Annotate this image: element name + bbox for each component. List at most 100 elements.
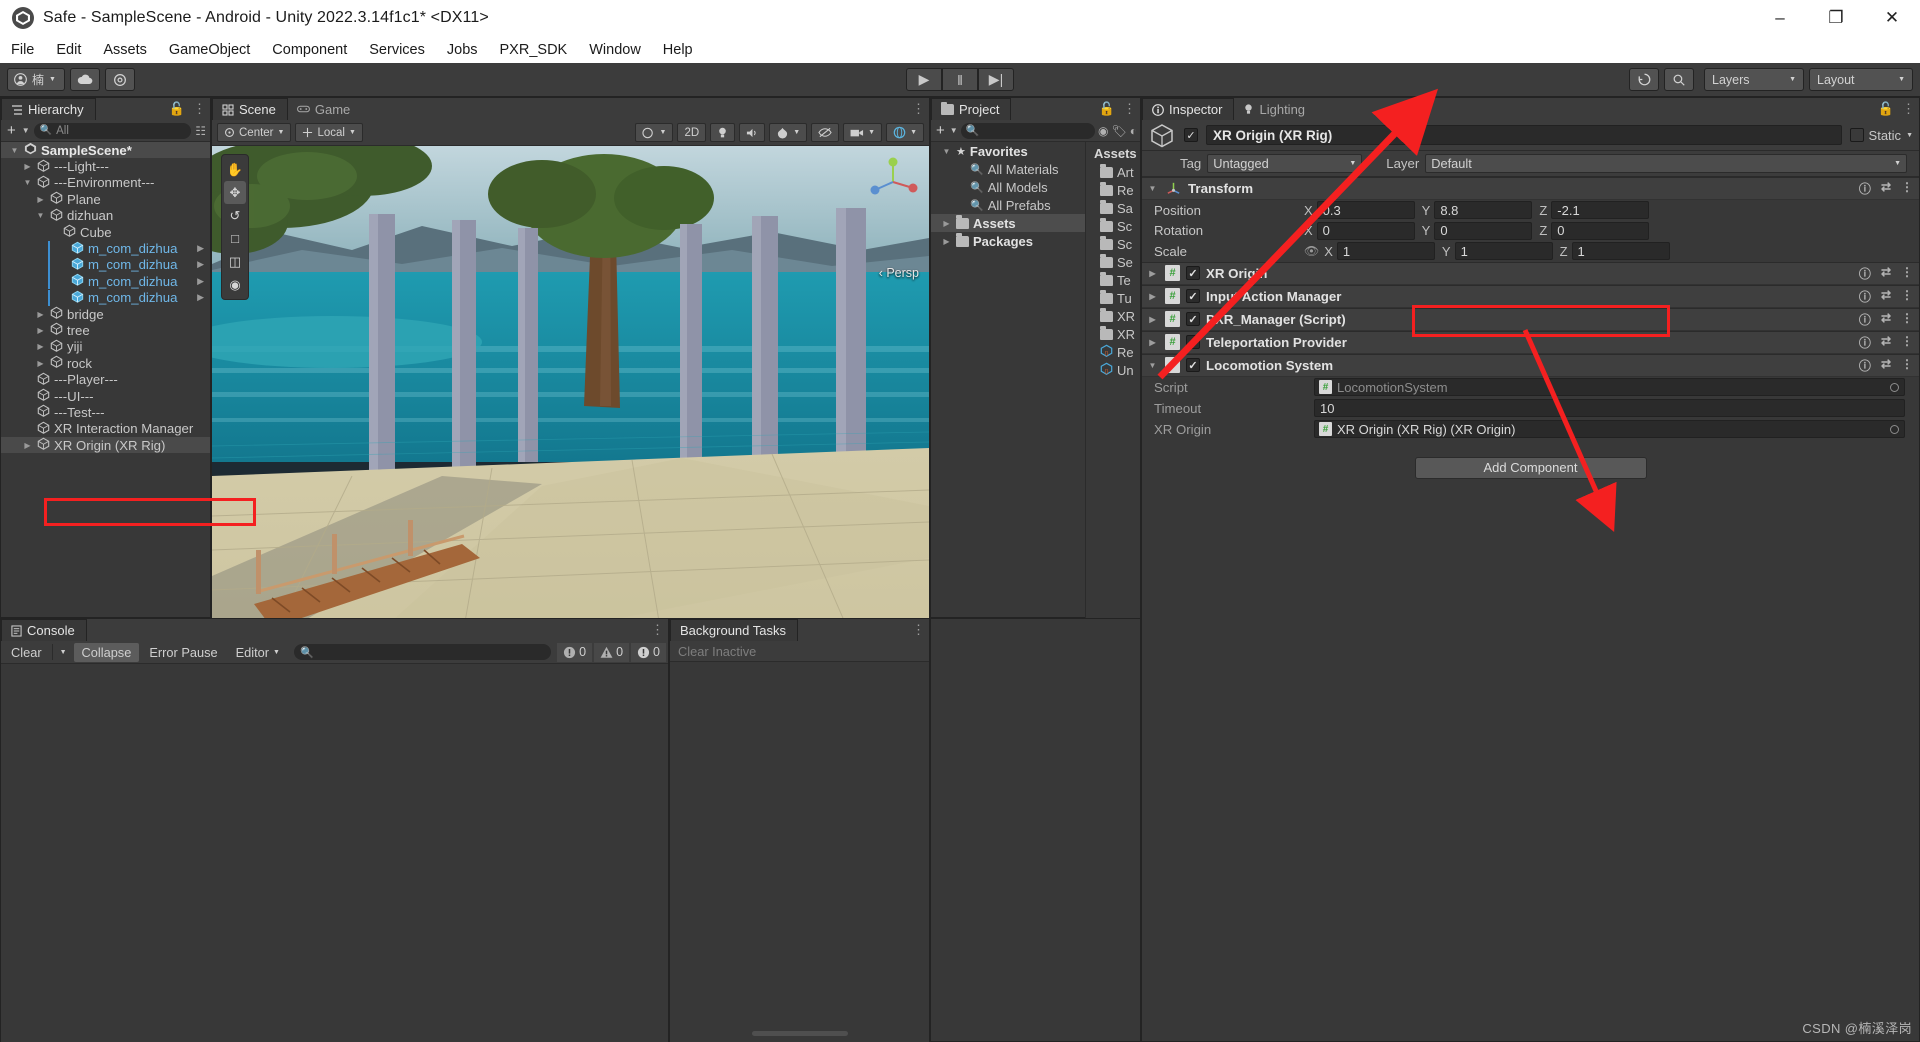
hierarchy-item-rock[interactable]: ▶ rock [1,355,210,371]
tab-hierarchy[interactable]: Hierarchy [1,98,96,120]
disclosure-triangle[interactable]: ▶ [35,359,46,368]
console-search-input[interactable]: 🔍 [293,644,552,660]
component-enabled-checkbox[interactable]: ✓ [1186,266,1200,280]
disclosure-triangle[interactable]: ▶ [35,310,46,319]
hierarchy-item-yiji[interactable]: ▶ yiji [1,339,210,355]
hierarchy-item-bridge[interactable]: ▶ bridge [1,306,210,322]
menu-services[interactable]: Services [358,39,436,61]
tab-scene[interactable]: Scene [212,98,288,120]
gameobject-name-input[interactable]: XR Origin (XR Rig) [1206,125,1842,145]
toolbar-settings-button[interactable] [105,68,135,91]
scene-orientation-gizmo[interactable] [863,152,923,212]
project-asset-item[interactable]: Te [1086,271,1140,289]
chevron-down-icon[interactable]: ▼ [22,126,30,135]
component-header-locomotion-system[interactable]: ▼ # ✓ Locomotion System ⓘ ⇄ ⋮ [1142,353,1919,377]
component-header-transform[interactable]: ▼ Transform ⓘ ⇄ ⋮ [1142,177,1919,200]
transform-position-y-input[interactable]: 8.8 [1434,201,1533,220]
rect-tool-icon[interactable]: ◫ [224,250,246,273]
hierarchy-item-xr-origin-xr-rig[interactable]: ▶ XR Origin (XR Rig) [1,437,210,454]
disclosure-triangle[interactable]: ▶ [35,195,46,204]
help-icon[interactable]: ⓘ [1859,180,1871,197]
project-add-button[interactable]: + [934,122,947,139]
project-asset-item[interactable]: Tu [1086,289,1140,307]
transform-scale-z-input[interactable]: 1 [1571,242,1670,261]
tab-console[interactable]: Console [1,619,87,641]
account-button[interactable]: 楠 ▼ [7,68,65,91]
object-picker-icon[interactable] [1890,382,1899,392]
prefab-open-arrow[interactable]: ▶ [197,243,204,254]
undo-history-button[interactable] [1629,68,1659,91]
disclosure-triangle[interactable]: ▼ [35,211,46,220]
menu-file[interactable]: File [0,39,45,61]
cloud-button[interactable] [70,68,100,91]
hierarchy-item-xr-interaction-manager[interactable]: ▶XR Interaction Manager [1,421,210,437]
component-header-pxr-manager-script[interactable]: ▶ # ✓ PXR_Manager (Script) ⓘ ⇄ ⋮ [1142,307,1919,331]
scene-effects-dropdown[interactable]: ▼ [769,123,808,142]
menu-window[interactable]: Window [578,39,652,61]
layers-dropdown[interactable]: Layers ▼ [1704,68,1804,91]
transform-tool-icon[interactable]: ◉ [224,273,246,296]
background-tasks-scrollbar[interactable] [751,1031,848,1036]
pivot-mode-dropdown[interactable]: Center ▼ [217,123,292,142]
console-info-count[interactable]: 0 [631,642,666,662]
preset-icon[interactable]: ⇄ [1881,334,1891,351]
hierarchy-item-tree[interactable]: ▶ tree [1,322,210,338]
play-button[interactable]: ▶ [906,68,942,91]
transform-position-x-input[interactable]: 0.3 [1316,201,1415,220]
maximize-button[interactable]: ❐ [1808,0,1864,36]
menu-assets[interactable]: Assets [92,39,158,61]
disclosure-triangle[interactable]: ▶ [1146,292,1159,301]
menu-component[interactable]: Component [261,39,358,61]
preset-icon[interactable]: ⇄ [1881,265,1891,282]
component-header-xr-origin[interactable]: ▶ # ✓ XR Origin ⓘ ⇄ ⋮ [1142,261,1919,285]
transform-position-z-input[interactable]: -2.1 [1551,201,1650,220]
disclosure-triangle[interactable]: ▶ [22,162,33,171]
disclosure-triangle[interactable]: ▶ [1146,315,1159,324]
console-log-list[interactable] [1,664,668,1042]
menu-pxr-sdk[interactable]: PXR_SDK [489,39,579,61]
project-label-icon[interactable]: 🏷 [1112,124,1127,138]
layout-dropdown[interactable]: Layout ▼ [1809,68,1913,91]
prefab-open-arrow[interactable]: ▶ [197,276,204,287]
toggle-2d-button[interactable]: 2D [677,123,707,142]
console-menu-icon[interactable]: ⋮ [651,622,664,638]
chevron-down-icon[interactable]: ▼ [950,126,958,135]
disclosure-triangle[interactable]: ▶ [1146,269,1159,278]
clear-inactive-button[interactable]: Clear Inactive [674,644,760,659]
project-asset-item[interactable]: Sa [1086,199,1140,217]
preset-icon[interactable]: ⇄ [1881,288,1891,305]
project-asset-item[interactable]: {} Un [1086,361,1140,379]
project-content-list[interactable]: Art Re Sa Sc Sc Se Te Tu XR XR {} Re {} Un [1086,163,1140,379]
project-tree-item-all-models[interactable]: 🔍 All Models [931,178,1085,196]
scale-tool-icon[interactable]: □ [224,227,246,250]
project-asset-item[interactable]: Re [1086,181,1140,199]
pause-button[interactable]: ‖ [942,68,978,91]
hierarchy-item-test[interactable]: ▶---Test--- [1,404,210,420]
component-menu-icon[interactable]: ⋮ [1901,334,1913,351]
scene-lighting-toggle[interactable] [710,123,736,142]
hierarchy-menu-icon[interactable]: ⋮ [193,101,206,117]
hierarchy-item-light[interactable]: ▶ ---Light--- [1,158,210,174]
rotate-tool-icon[interactable]: ↺ [224,204,246,227]
component-enabled-checkbox[interactable]: ✓ [1186,289,1200,303]
locomotion-xr-origin-objectfield[interactable]: # XR Origin (XR Rig) (XR Origin) [1314,420,1905,438]
scene-visibility-toggle[interactable] [811,123,840,142]
lock-icon[interactable]: 🔓 [1878,101,1894,117]
help-icon[interactable]: ⓘ [1859,311,1871,328]
project-asset-item[interactable]: Sc [1086,235,1140,253]
disclosure-triangle[interactable]: ▶ [35,342,46,351]
preset-icon[interactable]: ⇄ [1881,357,1891,374]
scale-lock-icon[interactable]: 👁 [1304,244,1319,258]
transform-rotation-x-input[interactable]: 0 [1316,221,1415,240]
hierarchy-visibility-icon[interactable]: ☷ [195,124,206,138]
component-menu-icon[interactable]: ⋮ [1901,357,1913,374]
preset-icon[interactable]: ⇄ [1881,311,1891,328]
project-asset-item[interactable]: Art [1086,163,1140,181]
move-tool-icon[interactable]: ✥ [224,181,246,204]
disclosure-triangle[interactable]: ▼ [1146,361,1159,370]
close-button[interactable]: ✕ [1864,0,1920,36]
help-icon[interactable]: ⓘ [1859,265,1871,282]
transform-rotation-z-input[interactable]: 0 [1551,221,1650,240]
transform-rotation-y-input[interactable]: 0 [1434,221,1533,240]
hierarchy-item-m-com-dizhua[interactable]: ▶m_com_dizhua▶ [1,273,210,290]
